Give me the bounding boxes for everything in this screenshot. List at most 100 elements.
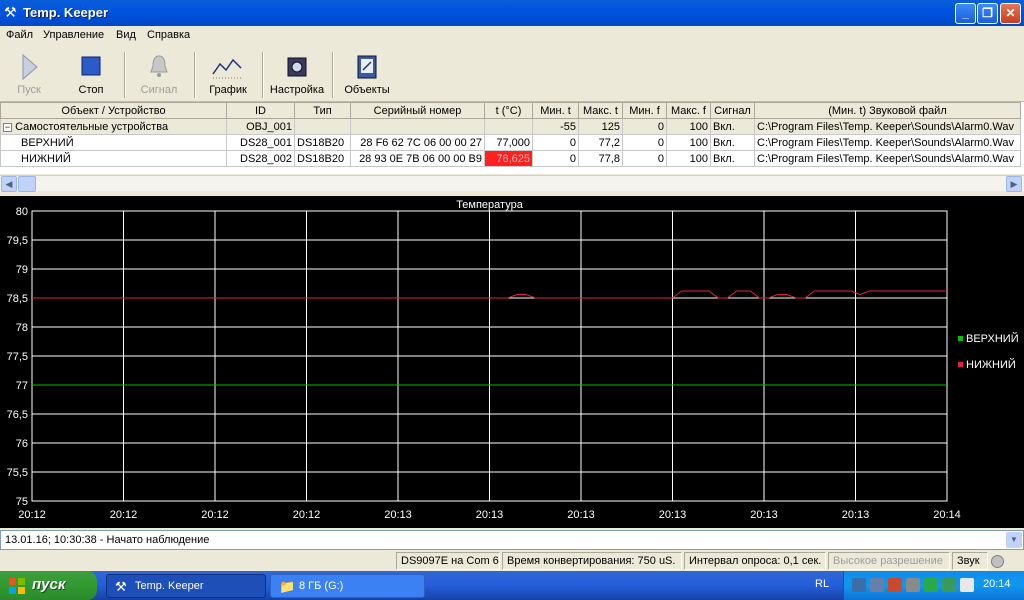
row-serial: 28 93 0E 7B 06 00 00 B9 bbox=[350, 150, 485, 167]
app-tray-icon[interactable] bbox=[870, 578, 884, 592]
x-tick-label: 20:13 bbox=[384, 509, 412, 521]
horizontal-scrollbar[interactable]: ◀ ▶ bbox=[0, 175, 1024, 192]
col-type[interactable]: Тип bbox=[294, 102, 351, 119]
col-sound[interactable]: (Мин. t) Звуковой файл bbox=[754, 102, 1021, 119]
network-icon[interactable] bbox=[852, 578, 866, 592]
minimize-button[interactable]: _ bbox=[955, 3, 976, 24]
chart-icon bbox=[212, 58, 243, 79]
row-max-f: 100 bbox=[666, 118, 711, 135]
table-row[interactable]: ВЕРХНИЙ DS28_001 DS18B20 28 F6 62 7C 06 … bbox=[0, 134, 1021, 151]
menu-control[interactable]: Управление bbox=[43, 29, 104, 41]
objects-button-label: Объекты bbox=[344, 84, 390, 96]
col-min-f[interactable]: Мин. f bbox=[622, 102, 667, 119]
scroll-left-button[interactable]: ◀ bbox=[1, 176, 17, 192]
x-tick-label: 20:12 bbox=[201, 509, 229, 521]
menu-help[interactable]: Справка bbox=[147, 29, 190, 41]
safely-remove-icon[interactable] bbox=[924, 578, 938, 592]
y-tick-label: 77,5 bbox=[7, 351, 28, 363]
start-button[interactable]: Пуск bbox=[6, 50, 52, 100]
col-min-t[interactable]: Мин. t bbox=[532, 102, 579, 119]
scroll-thumb[interactable] bbox=[18, 176, 36, 192]
start-button-taskbar[interactable]: пуск bbox=[0, 571, 97, 600]
sound-indicator-icon bbox=[991, 555, 1004, 568]
legend-label-0: ВЕРХНИЙ bbox=[966, 332, 1019, 345]
col-signal[interactable]: Сигнал bbox=[710, 102, 755, 119]
row-max-t: 77,8 bbox=[578, 150, 623, 167]
temperature-chart: 80 79,5 79 78,5 78 77,5 77 76,5 76 75,5 75 20:12 20:… bbox=[0, 196, 1024, 528]
chart-svg: 8079,57978,57877,57776,57675,57520:12 20:… bbox=[7, 199, 1019, 521]
security-icon[interactable] bbox=[888, 578, 902, 592]
app-icon: ⚒ bbox=[115, 579, 127, 594]
task-label: Temp. Keeper bbox=[135, 580, 204, 592]
row-signal: Вкл. bbox=[710, 134, 755, 151]
taskbar: пуск ⚒ Temp. Keeper 📁 8 ГБ (G:) RL 20:14 bbox=[0, 571, 1024, 600]
status-adapter: DS9097E на Com 6 bbox=[396, 552, 500, 570]
log-text: 13.01.16; 10:30:38 - Начато наблюдение bbox=[5, 534, 210, 546]
y-tick-label: 76 bbox=[16, 438, 28, 450]
row-sound: C:\Program Files\Temp. Keeper\Sounds\Ala… bbox=[754, 150, 1021, 167]
status-sound: Звук bbox=[952, 552, 988, 570]
table-row[interactable]: − Самостоятельные устройства OBJ_001 -55… bbox=[0, 118, 1021, 135]
volume-icon[interactable] bbox=[942, 578, 956, 592]
row-max-t: 125 bbox=[578, 118, 623, 135]
row-serial bbox=[350, 118, 485, 135]
stop-button[interactable]: Стоп bbox=[68, 50, 114, 100]
taskbar-item-drive[interactable]: 📁 8 ГБ (G:) bbox=[270, 574, 425, 598]
title-bar[interactable]: ⚒ Temp. Keeper _ ❐ ✕ bbox=[0, 0, 1024, 26]
col-temp[interactable]: t (°C) bbox=[484, 102, 533, 119]
language-indicator[interactable]: RL bbox=[815, 578, 829, 590]
col-max-f[interactable]: Макс. f bbox=[666, 102, 711, 119]
settings-button-label: Настройка bbox=[269, 84, 325, 96]
row-name: ВЕРХНИЙ bbox=[0, 134, 227, 151]
start-label: пуск bbox=[32, 576, 66, 593]
folder-icon: 📁 bbox=[279, 579, 296, 594]
row-min-f: 0 bbox=[622, 134, 667, 151]
x-tick-label: 20:13 bbox=[750, 509, 778, 521]
menu-file[interactable]: Файл bbox=[6, 29, 33, 41]
settings-button[interactable]: Настройка bbox=[268, 50, 326, 100]
collapse-icon[interactable]: − bbox=[3, 122, 12, 132]
clock: 20:14 bbox=[983, 578, 1011, 590]
update-icon[interactable] bbox=[906, 578, 920, 592]
row-type: DS18B20 bbox=[294, 150, 351, 167]
row-signal: Вкл. bbox=[710, 150, 755, 167]
toolbar-separator bbox=[194, 52, 196, 98]
row-sound: C:\Program Files\Temp. Keeper\Sounds\Ala… bbox=[754, 118, 1021, 135]
x-tick-label: 20:13 bbox=[476, 509, 504, 521]
legend-swatch-0 bbox=[958, 336, 963, 341]
x-tick-label: 20:14 bbox=[933, 509, 961, 521]
row-max-f: 100 bbox=[666, 150, 711, 167]
menu-view[interactable]: Вид bbox=[116, 29, 136, 41]
menu-bar: Файл Управление Вид Справка bbox=[0, 26, 1024, 46]
col-serial[interactable]: Серийный номер bbox=[350, 102, 485, 119]
close-button[interactable]: ✕ bbox=[1000, 3, 1021, 24]
chart-title: Температура bbox=[456, 199, 524, 211]
y-tick-label: 80 bbox=[16, 206, 28, 218]
windows-logo-icon bbox=[9, 578, 25, 594]
col-id[interactable]: ID bbox=[226, 102, 295, 119]
x-tick-label: 20:12 bbox=[293, 509, 321, 521]
display-icon[interactable] bbox=[960, 578, 974, 592]
status-bar: DS9097E на Com 6 Время конвертирования: … bbox=[0, 551, 1024, 571]
dropdown-arrow-icon[interactable]: ▼ bbox=[1006, 532, 1022, 548]
chart-button[interactable]: График bbox=[204, 50, 252, 100]
y-tick-label: 75 bbox=[16, 496, 28, 508]
col-max-t[interactable]: Макс. t bbox=[578, 102, 623, 119]
chart-button-label: График bbox=[209, 84, 247, 96]
maximize-button[interactable]: ❐ bbox=[977, 3, 998, 24]
app-icon: ⚒ bbox=[4, 4, 17, 20]
row-signal: Вкл. bbox=[710, 118, 755, 135]
taskbar-item-temp-keeper[interactable]: ⚒ Temp. Keeper bbox=[106, 574, 266, 598]
signal-button[interactable]: Сигнал bbox=[134, 50, 184, 100]
log-combobox[interactable]: 13.01.16; 10:30:38 - Начато наблюдение ▼ bbox=[0, 530, 1024, 550]
row-type bbox=[294, 118, 351, 135]
row-min-t: 0 bbox=[532, 150, 579, 167]
x-tick-label: 20:13 bbox=[659, 509, 687, 521]
system-tray: 20:14 bbox=[843, 571, 1024, 600]
y-tick-label: 78,5 bbox=[7, 293, 28, 305]
toolbar-separator bbox=[332, 52, 334, 98]
objects-button[interactable]: Объекты bbox=[340, 50, 394, 100]
table-row[interactable]: НИЖНИЙ DS28_002 DS18B20 28 93 0E 7B 06 0… bbox=[0, 150, 1021, 167]
col-object[interactable]: Объект / Устройство bbox=[0, 102, 227, 119]
scroll-right-button[interactable]: ▶ bbox=[1006, 176, 1022, 192]
